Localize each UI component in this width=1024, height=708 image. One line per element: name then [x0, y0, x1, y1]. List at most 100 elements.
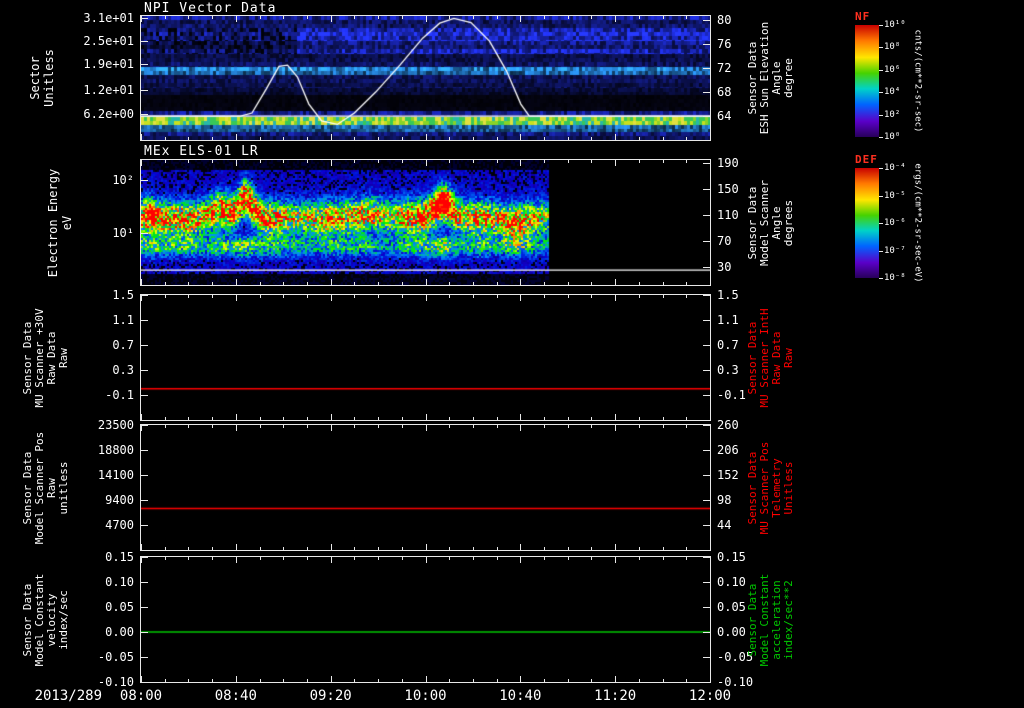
- x-minor-tick: [473, 417, 474, 420]
- x-minor-tick: [473, 16, 474, 19]
- y-tick-right: [703, 44, 710, 45]
- x-minor-tick: [686, 417, 687, 420]
- x-major-tick: [615, 295, 616, 301]
- x-minor-tick: [402, 547, 403, 550]
- x-minor-tick: [544, 16, 545, 19]
- x-minor-tick: [260, 137, 261, 140]
- x-minor-tick: [188, 160, 189, 163]
- colorbar-nf: [855, 25, 879, 137]
- x-minor-tick: [473, 557, 474, 560]
- x-minor-tick: [378, 679, 379, 682]
- x-minor-tick: [591, 425, 592, 428]
- x-minor-tick: [402, 679, 403, 682]
- x-minor-tick: [402, 16, 403, 19]
- x-minor-tick: [188, 137, 189, 140]
- x-minor-tick: [165, 160, 166, 163]
- y-tick-left: [141, 657, 148, 658]
- x-minor-tick: [354, 557, 355, 560]
- x-minor-tick: [568, 282, 569, 285]
- x-minor-tick: [449, 282, 450, 285]
- y-tick-left: [141, 180, 148, 181]
- y-tick-right: [703, 370, 710, 371]
- x-minor-tick: [449, 547, 450, 550]
- x-major-tick: [426, 557, 427, 563]
- x-minor-tick: [354, 425, 355, 428]
- x-major-tick: [426, 544, 427, 550]
- y-tick-right: [703, 395, 710, 396]
- x-major-tick: [520, 414, 521, 420]
- x-minor-tick: [260, 417, 261, 420]
- x-major-tick: [331, 295, 332, 301]
- x-minor-tick: [591, 16, 592, 19]
- x-major-tick: [520, 557, 521, 563]
- y-tick-left: [141, 90, 148, 91]
- x-major-tick: [141, 16, 142, 22]
- y-tick-label-right: 260: [717, 418, 739, 432]
- x-minor-tick: [307, 137, 308, 140]
- x-minor-tick: [165, 417, 166, 420]
- x-minor-tick: [663, 16, 664, 19]
- x-major-tick: [236, 676, 237, 682]
- right-axis-label-2: Sensor Data Model Scanner Angle degrees: [746, 179, 795, 266]
- y-tick-left: [141, 682, 148, 683]
- x-minor-tick: [568, 16, 569, 19]
- x-major-tick: [710, 295, 711, 301]
- x-minor-tick: [686, 547, 687, 550]
- x-minor-tick: [260, 16, 261, 19]
- y-tick-left: [141, 370, 148, 371]
- x-minor-tick: [188, 557, 189, 560]
- x-minor-tick: [354, 16, 355, 19]
- x-minor-tick: [544, 547, 545, 550]
- x-minor-tick: [591, 160, 592, 163]
- colorbar-tick: [879, 25, 883, 26]
- x-minor-tick: [544, 557, 545, 560]
- x-major-tick: [331, 279, 332, 285]
- x-minor-tick: [260, 160, 261, 163]
- x-minor-tick: [212, 160, 213, 163]
- colorbar-tick: [879, 137, 883, 138]
- x-minor-tick: [591, 547, 592, 550]
- colorbar-tick-label: 10¹⁰: [884, 20, 906, 30]
- x-major-tick: [615, 425, 616, 431]
- x-minor-tick: [283, 557, 284, 560]
- x-major-tick: [236, 279, 237, 285]
- x-minor-tick: [568, 425, 569, 428]
- x-minor-tick: [188, 679, 189, 682]
- x-minor-tick: [497, 16, 498, 19]
- x-minor-tick: [639, 425, 640, 428]
- x-minor-tick: [402, 295, 403, 298]
- x-minor-tick: [165, 425, 166, 428]
- x-major-tick: [615, 134, 616, 140]
- y-tick-left: [141, 500, 148, 501]
- x-minor-tick: [473, 282, 474, 285]
- x-minor-tick: [188, 417, 189, 420]
- x-minor-tick: [639, 547, 640, 550]
- y-tick-right: [703, 682, 710, 683]
- x-minor-tick: [354, 137, 355, 140]
- y-tick-left: [141, 632, 148, 633]
- x-minor-tick: [568, 137, 569, 140]
- colorbar-tick: [879, 223, 883, 224]
- x-minor-tick: [188, 282, 189, 285]
- y-tick-label-left: 1.5: [112, 288, 134, 302]
- panel-title-els: MEx ELS-01 LR: [144, 144, 259, 159]
- x-major-tick: [710, 279, 711, 285]
- x-minor-tick: [402, 137, 403, 140]
- x-major-tick: [331, 544, 332, 550]
- y-tick-right: [703, 345, 710, 346]
- x-minor-tick: [283, 547, 284, 550]
- colorbar-tick-label: 10⁰: [884, 132, 901, 142]
- x-minor-tick: [283, 679, 284, 682]
- x-minor-tick: [568, 547, 569, 550]
- x-major-tick: [141, 544, 142, 550]
- y-tick-left: [141, 18, 148, 19]
- x-minor-tick: [260, 282, 261, 285]
- x-minor-tick: [283, 417, 284, 420]
- x-major-tick: [236, 295, 237, 301]
- x-major-tick: [710, 134, 711, 140]
- x-minor-tick: [473, 547, 474, 550]
- x-minor-tick: [188, 295, 189, 298]
- x-major-tick: [141, 134, 142, 140]
- x-minor-tick: [449, 160, 450, 163]
- y-tick-right: [703, 267, 710, 268]
